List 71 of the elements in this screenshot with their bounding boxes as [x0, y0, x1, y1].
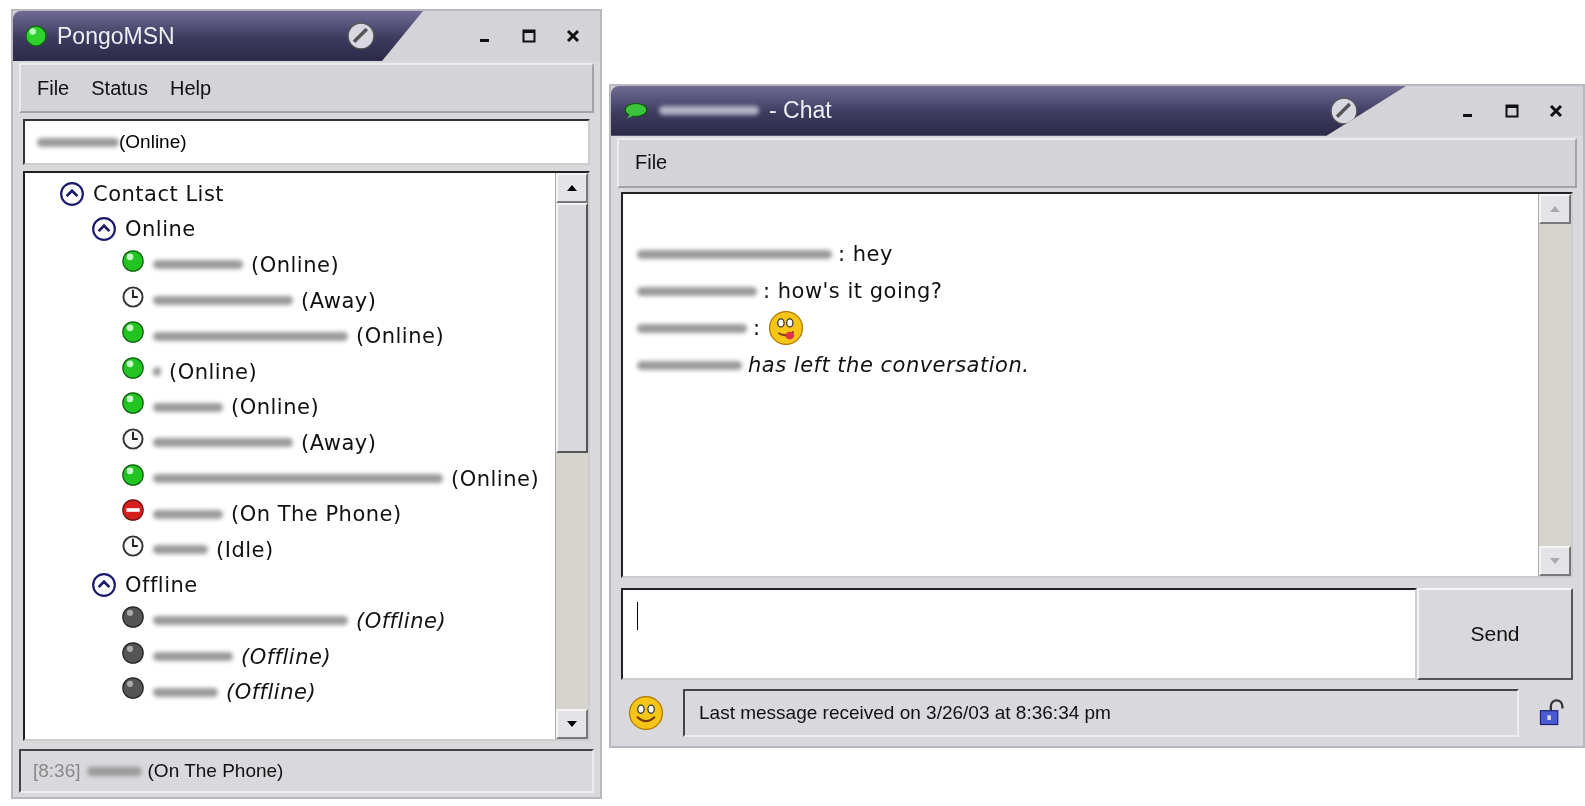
blurred-name [153, 402, 223, 412]
contact-status[interactable]: (Online) [451, 466, 540, 491]
collapse-icon[interactable] [91, 216, 117, 243]
collapse-icon[interactable] [59, 180, 85, 207]
message-input[interactable] [621, 588, 1417, 681]
status-field[interactable]: (Online) [23, 119, 590, 165]
offline-dot-icon [121, 640, 145, 665]
scroll-thumb[interactable] [556, 203, 588, 453]
menu-item[interactable]: File [37, 76, 70, 100]
status-time: [8:36] [33, 760, 81, 782]
down-arrow-icon [566, 720, 578, 728]
blocked-status-icon [121, 498, 145, 523]
contact-status[interactable]: (Away) [301, 430, 377, 455]
blurred-name [153, 367, 161, 377]
contact-status[interactable]: (Online) [231, 395, 320, 420]
blurred-name [153, 545, 208, 555]
status-text: (On The Phone) [147, 760, 284, 782]
status-text: (Online) [119, 131, 187, 153]
collapse-icon[interactable] [91, 572, 117, 599]
tongue-emoticon-icon [766, 309, 805, 348]
scroll-up-button[interactable] [556, 173, 588, 203]
message-text: : how's it going? [763, 279, 943, 304]
message-text: : hey [838, 242, 893, 267]
window-title: PongoMSN [57, 22, 175, 50]
message-text: : [753, 316, 761, 341]
system-message: has left the conversation. [748, 353, 1030, 378]
contact-status[interactable]: (Offline) [356, 608, 447, 633]
blurred-name [153, 687, 218, 697]
close-icon[interactable] [1549, 103, 1563, 118]
contact-status[interactable]: (Idle) [216, 537, 274, 562]
offline-dot-icon [121, 604, 145, 629]
tree-label[interactable]: Contact List [93, 181, 225, 206]
smiley-icon[interactable] [627, 694, 665, 733]
online-status-icon [25, 25, 47, 47]
status-text: Last message received on 3/26/03 at 8:36:34 pm [699, 702, 1111, 725]
clock-icon [121, 533, 145, 558]
online-dot-icon [121, 462, 145, 487]
contact-status[interactable]: (Offline) [241, 644, 332, 669]
contact-status[interactable]: (Online) [356, 324, 445, 349]
online-dot-icon [121, 320, 145, 345]
close-icon[interactable] [566, 29, 580, 43]
speech-bubble-icon [623, 101, 649, 120]
up-arrow-icon [566, 184, 578, 192]
scrollbar[interactable] [1538, 193, 1571, 577]
contact-status[interactable]: (Offline) [226, 680, 317, 705]
online-dot-icon [121, 355, 145, 380]
contact-status[interactable]: (On The Phone) [231, 502, 402, 527]
clock-icon [121, 284, 145, 309]
menu-item[interactable]: Help [169, 76, 212, 100]
window-title: - Chat [769, 97, 832, 125]
online-dot-icon [121, 391, 145, 416]
offline-dot-icon [121, 676, 145, 701]
menu-item[interactable]: Status [91, 76, 148, 100]
menu-item[interactable]: File [635, 151, 668, 175]
send-button[interactable]: Send [1417, 588, 1573, 681]
maximize-icon[interactable] [522, 29, 536, 43]
contact-status[interactable]: (Online) [251, 253, 340, 277]
group-label[interactable]: Offline [125, 573, 198, 598]
up-arrow-icon [1549, 204, 1561, 213]
scroll-down-button[interactable] [556, 709, 588, 739]
down-arrow-icon [1549, 557, 1561, 566]
scroll-up-button[interactable] [1539, 193, 1571, 224]
clock-icon [121, 426, 145, 451]
group-label[interactable]: Online [125, 217, 196, 242]
online-dot-icon [121, 249, 145, 273]
blurred-name [153, 509, 223, 519]
scrollbar[interactable] [555, 173, 588, 739]
contact-status[interactable]: (Away) [301, 288, 377, 313]
maximize-icon[interactable] [1505, 103, 1519, 118]
contact-status[interactable]: (Online) [169, 359, 258, 384]
blurred-name [86, 766, 142, 776]
